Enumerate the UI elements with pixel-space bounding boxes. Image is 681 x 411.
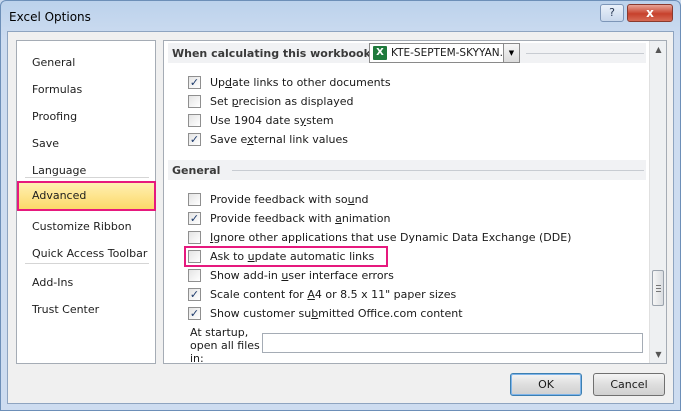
sidebar-item-formulas[interactable]: Formulas: [18, 79, 154, 101]
checkbox[interactable]: ✓: [188, 133, 201, 146]
sidebar-divider: [25, 263, 149, 264]
grip-line: [656, 291, 661, 292]
scroll-up-arrow-icon[interactable]: ▲: [651, 42, 666, 57]
excel-options-window: Excel Options ? x General Formulas Proof…: [0, 0, 681, 411]
scroll-down-arrow-icon[interactable]: ▼: [651, 347, 666, 362]
option-label: Set precision as displayed: [210, 95, 354, 108]
checkbox[interactable]: [188, 269, 201, 282]
section-rule: [232, 170, 644, 171]
option-label: Update links to other documents: [210, 76, 391, 89]
annotation-highlight-box: [184, 246, 388, 267]
excel-workbook-icon: X: [373, 46, 387, 60]
sidebar-item-advanced[interactable]: Advanced: [17, 181, 156, 211]
startup-folder-label: At startup, open all files in:: [190, 326, 260, 364]
content-scrollbar[interactable]: ▲ ▼: [649, 41, 666, 363]
ok-button[interactable]: OK: [510, 373, 582, 396]
option-label: Provide feedback with animation: [210, 212, 391, 225]
sidebar-divider: [25, 177, 149, 178]
sidebar-item-save[interactable]: Save: [18, 133, 154, 155]
checkbox[interactable]: ✓: [188, 288, 201, 301]
window-title: Excel Options: [9, 10, 91, 24]
checkbox[interactable]: ✓: [188, 212, 201, 225]
sidebar-item-language[interactable]: Language: [18, 160, 154, 182]
option-label: Show customer submitted Office.com conte…: [210, 307, 463, 320]
sidebar-item-proofing[interactable]: Proofing: [18, 106, 154, 128]
sidebar-item-quick-access-toolbar[interactable]: Quick Access Toolbar: [18, 243, 154, 265]
cancel-button[interactable]: Cancel: [593, 373, 665, 396]
calc-section-header: When calculating this workbook:: [172, 47, 376, 60]
sidebar-item-trust-center[interactable]: Trust Center: [18, 299, 154, 321]
checkbox[interactable]: ✓: [188, 76, 201, 89]
grip-line: [656, 288, 661, 289]
startup-folder-input[interactable]: [262, 333, 643, 353]
section-rule: [526, 53, 644, 54]
workbook-select[interactable]: X KTE-SEPTEM-SKYYAN... ▼: [369, 43, 520, 63]
options-sidebar: General Formulas Proofing Save Language …: [16, 40, 156, 364]
option-label: Save external link values: [210, 133, 348, 146]
sidebar-item-general[interactable]: General: [18, 52, 154, 74]
option-label: Ignore other applications that use Dynam…: [210, 231, 572, 244]
checkbox[interactable]: [188, 95, 201, 108]
checkbox[interactable]: ✓: [188, 307, 201, 320]
checkbox[interactable]: [188, 193, 201, 206]
dialog-body: General Formulas Proofing Save Language …: [7, 31, 674, 404]
grip-line: [656, 285, 661, 286]
option-label: Use 1904 date system: [210, 114, 334, 127]
sidebar-item-customize-ribbon[interactable]: Customize Ribbon: [18, 216, 154, 238]
help-button[interactable]: ?: [600, 4, 624, 22]
close-button[interactable]: x: [627, 4, 673, 22]
sidebar-item-add-ins[interactable]: Add-Ins: [18, 272, 154, 294]
option-label: Scale content for A4 or 8.5 x 11" paper …: [210, 288, 457, 301]
checkbox[interactable]: [188, 231, 201, 244]
chevron-down-icon[interactable]: ▼: [503, 44, 519, 62]
checkbox[interactable]: [188, 114, 201, 127]
general-section-header: General: [172, 164, 221, 177]
option-label: Show add-in user interface errors: [210, 269, 394, 282]
scroll-thumb[interactable]: [652, 270, 664, 306]
advanced-options-panel: When calculating this workbook: X KTE-SE…: [163, 40, 667, 364]
option-label: Provide feedback with sound: [210, 193, 369, 206]
title-bar: Excel Options ? x: [1, 1, 680, 31]
workbook-select-value: KTE-SEPTEM-SKYYAN...: [391, 47, 510, 59]
